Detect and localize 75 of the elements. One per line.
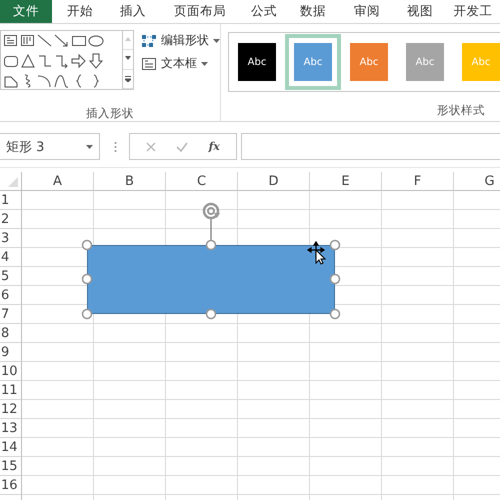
oval-icon[interactable] <box>88 33 104 49</box>
column-header[interactable]: F <box>382 172 454 191</box>
row-header[interactable]: 4 <box>0 248 22 267</box>
resize-handle[interactable] <box>330 274 340 284</box>
column-header[interactable]: B <box>94 172 166 191</box>
ribbon-tab[interactable]: 页面布局 <box>158 0 242 23</box>
ribbon-tab[interactable]: 插入 <box>108 0 158 23</box>
line-icon[interactable] <box>37 33 53 49</box>
column-header[interactable]: E <box>310 172 382 191</box>
triangle-icon[interactable] <box>20 53 36 69</box>
resize-handle[interactable] <box>82 274 92 284</box>
resize-handle[interactable] <box>82 240 92 250</box>
elbow-arrow-icon[interactable] <box>54 53 70 69</box>
group-label: 插入形状 <box>85 106 135 121</box>
textbox-icon[interactable] <box>3 33 19 49</box>
row-header[interactable]: 14 <box>0 438 22 457</box>
rectangle-icon[interactable] <box>71 33 87 49</box>
move-cursor-icon <box>307 241 326 265</box>
expand-gallery-icon[interactable] <box>125 76 131 82</box>
arc-icon[interactable] <box>37 73 53 89</box>
elbow-connector-icon[interactable] <box>37 53 53 69</box>
row-header[interactable]: 11 <box>0 381 22 400</box>
ribbon-tab[interactable]: 开始 <box>52 0 108 23</box>
textbox-button[interactable]: 文本框 <box>141 55 220 72</box>
rotate-handle-icon[interactable] <box>202 202 220 220</box>
curve-icon[interactable] <box>54 73 70 89</box>
formula-input[interactable] <box>241 133 500 160</box>
command-label: 文本框 <box>161 55 197 72</box>
row-header[interactable]: 8 <box>0 324 22 343</box>
caret-icon[interactable] <box>213 38 220 42</box>
resize-handle[interactable] <box>82 308 92 320</box>
row-header[interactable]: 7 <box>0 305 22 324</box>
file-tab[interactable]: 文件 <box>0 0 52 23</box>
row-header[interactable]: 15 <box>0 457 22 476</box>
row-header[interactable]: 9 <box>0 343 22 362</box>
down-arrow-icon[interactable] <box>88 53 104 69</box>
column-header[interactable]: D <box>238 172 310 191</box>
name-box-value: 矩形 3 <box>6 138 44 156</box>
caret-icon[interactable] <box>201 62 208 66</box>
edit-points-icon <box>141 34 157 48</box>
command-label: 编辑形状 <box>161 32 209 49</box>
arrow-icon[interactable] <box>54 33 70 49</box>
resize-handle[interactable] <box>330 308 340 320</box>
ribbon-tab[interactable]: 开发工 <box>446 0 500 23</box>
column-header[interactable]: C <box>166 172 238 191</box>
group-label: 形状样式 <box>436 103 486 118</box>
row-header[interactable]: 2 <box>0 210 22 229</box>
resize-handle[interactable] <box>330 240 340 250</box>
ribbon-tab[interactable]: 数据 <box>286 0 340 23</box>
ribbon-tab[interactable]: 审阅 <box>340 0 394 23</box>
ribbon-tab[interactable]: 视图 <box>394 0 446 23</box>
right-arrow-icon[interactable] <box>71 53 87 69</box>
check-icon[interactable] <box>176 142 188 152</box>
textbox-icon <box>141 56 157 70</box>
vertical-textbox-icon[interactable] <box>20 33 36 49</box>
scroll-down-icon[interactable] <box>125 56 131 62</box>
row-header[interactable]: 10 <box>0 362 22 381</box>
column-header[interactable]: A <box>22 172 94 191</box>
row-header[interactable]: 16 <box>0 476 22 495</box>
row-header[interactable]: 1 <box>0 191 22 210</box>
resize-handle[interactable] <box>206 240 216 250</box>
row-header[interactable]: 3 <box>0 229 22 248</box>
resize-handle[interactable] <box>206 308 216 320</box>
insert-function-button[interactable]: fx <box>208 140 220 153</box>
column-header[interactable]: G <box>454 172 500 191</box>
caret-icon[interactable] <box>86 144 93 148</box>
row-header[interactable]: 5 <box>0 267 22 286</box>
ribbon-tab[interactable]: 公式 <box>242 0 286 23</box>
row-header[interactable]: 13 <box>0 419 22 438</box>
more-icon <box>114 140 117 152</box>
name-box[interactable]: 矩形 3 <box>0 133 100 160</box>
row-header[interactable]: 12 <box>0 400 22 419</box>
rounded-rectangle-icon[interactable] <box>3 53 19 69</box>
edit-shape-button[interactable]: 编辑形状 <box>141 32 220 49</box>
row-header[interactable]: 6 <box>0 286 22 305</box>
